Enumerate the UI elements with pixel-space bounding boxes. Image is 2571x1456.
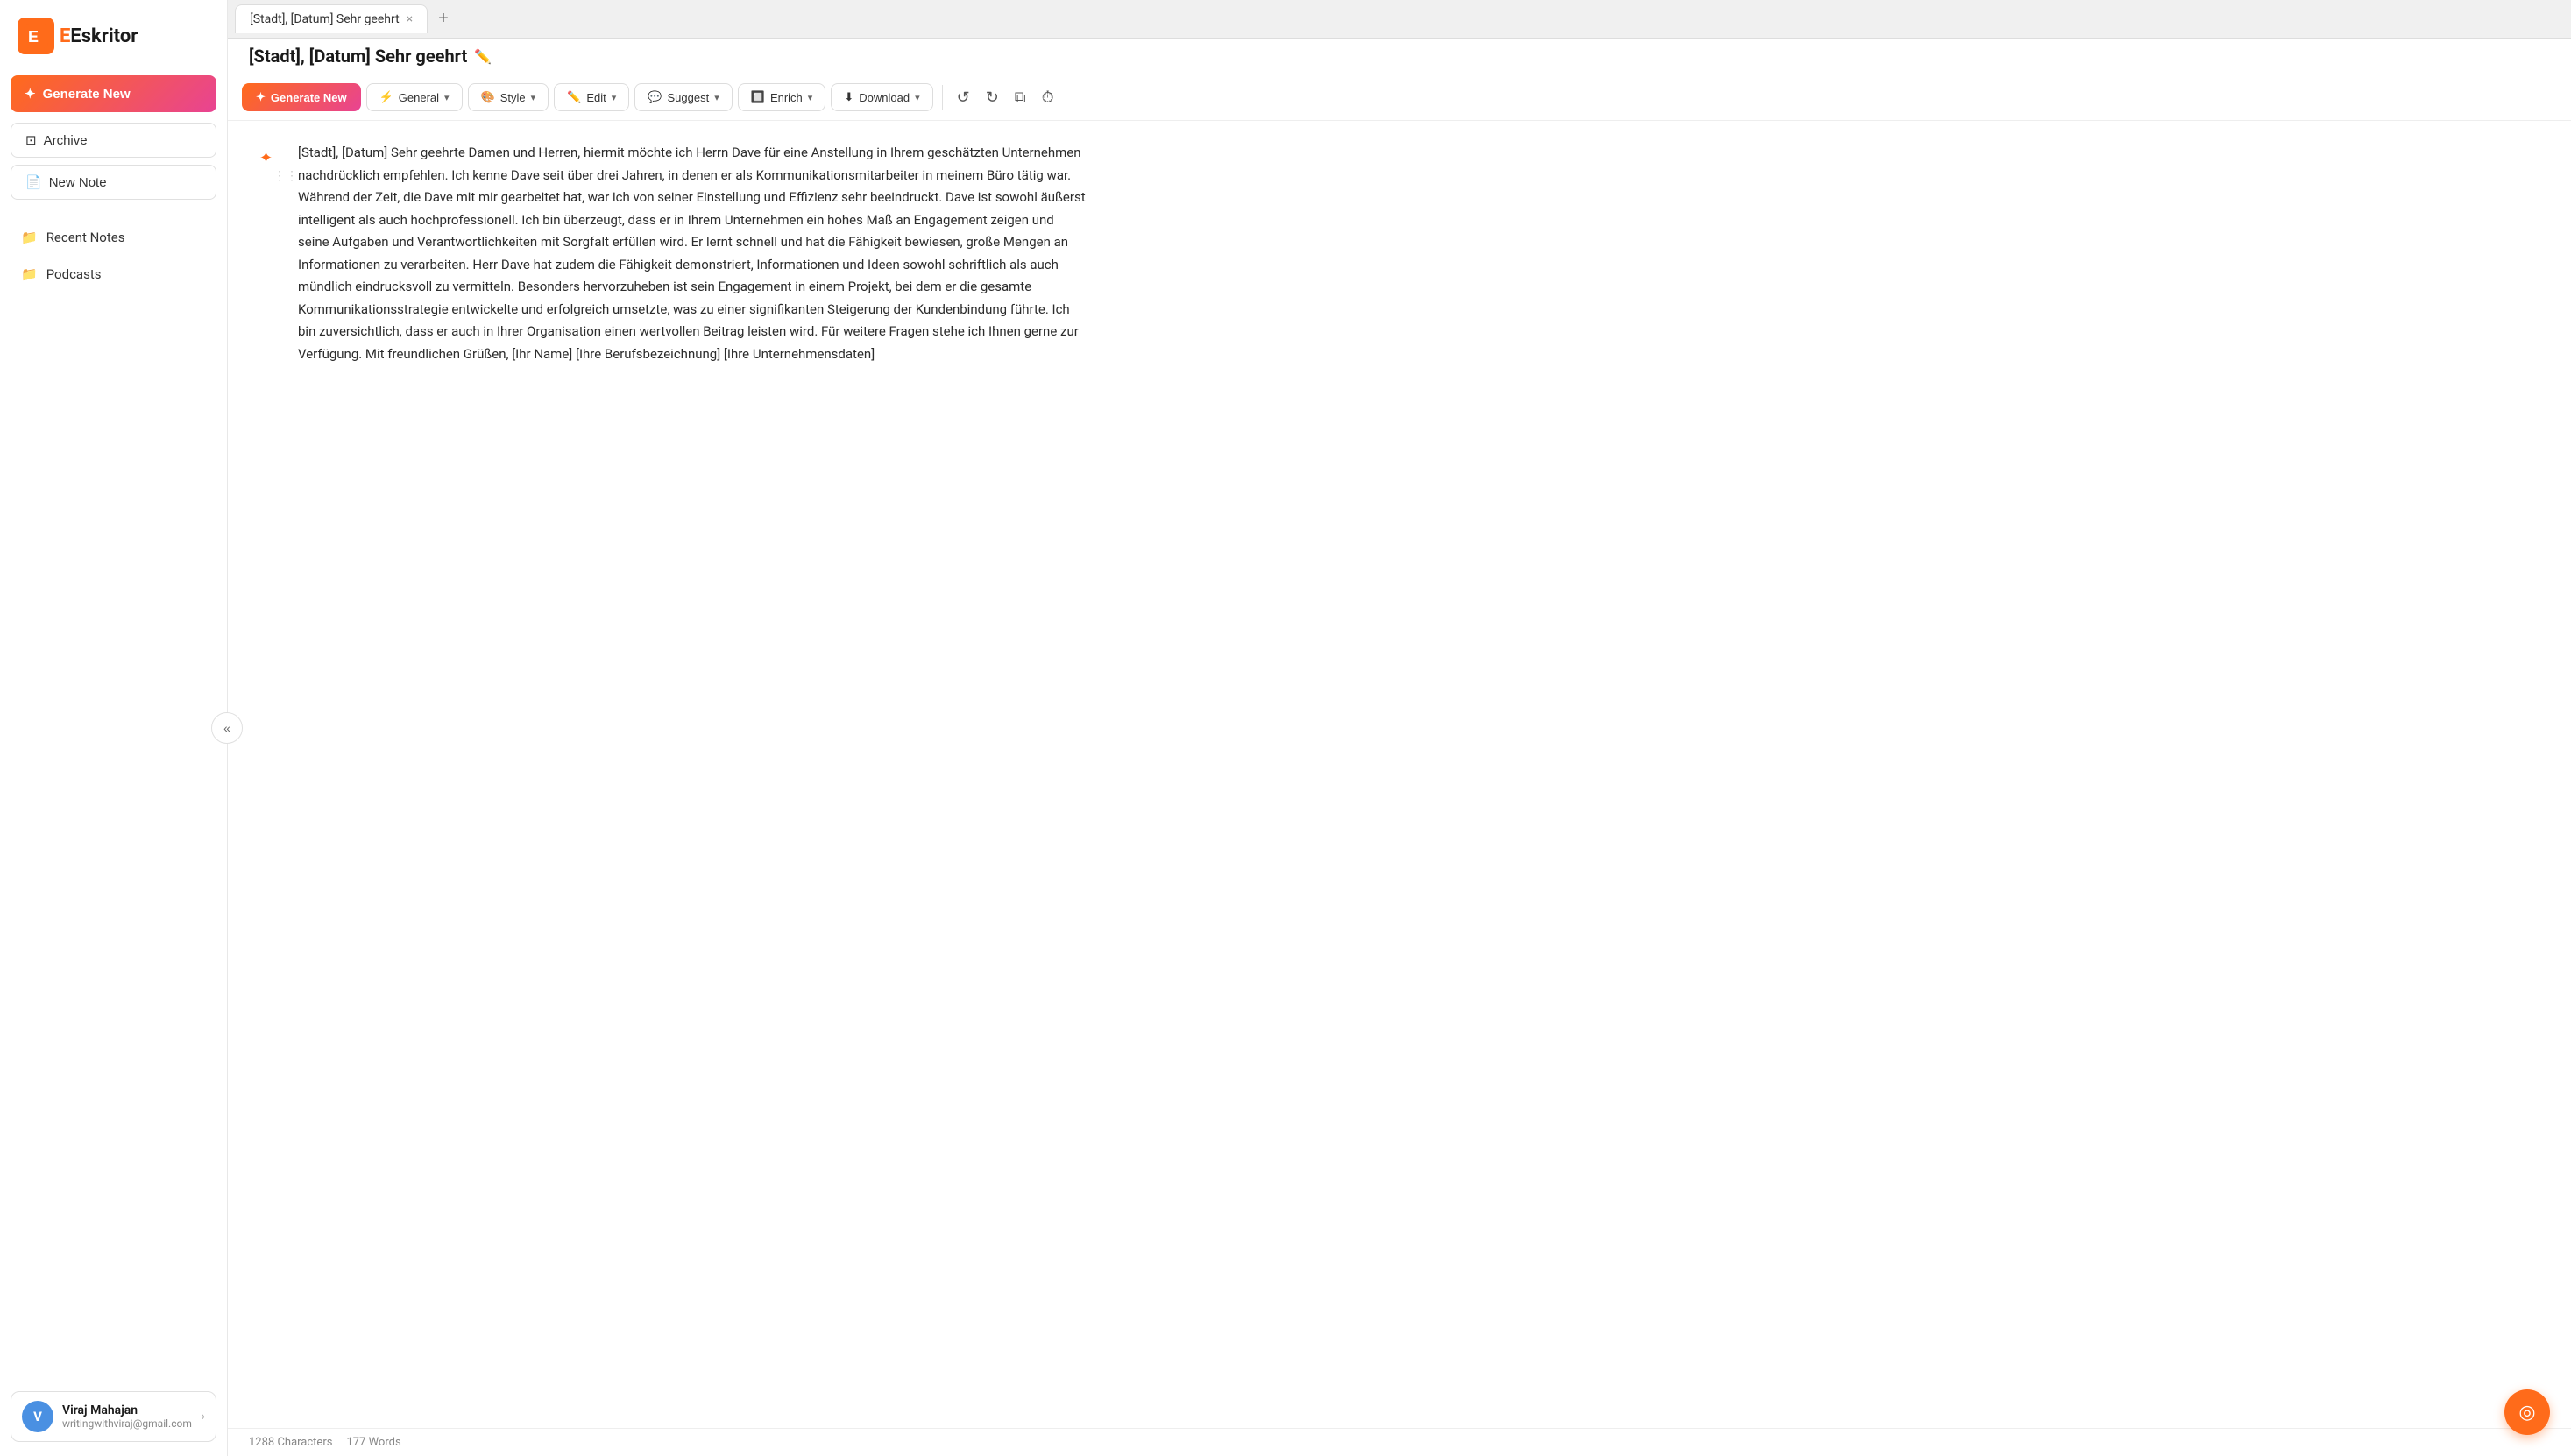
user-profile[interactable]: V Viraj Mahajan writingwithviraj@gmail.c… (11, 1391, 216, 1442)
chevron-down-icon: ▾ (444, 92, 450, 103)
new-tab-button[interactable]: + (431, 5, 456, 32)
toolbar-edit-button[interactable]: ✏️ Edit ▾ (554, 83, 629, 111)
copy-button[interactable]: ⧉ (1009, 85, 1031, 110)
logo-area: E EEskritor (11, 14, 216, 58)
document-title-area: [Stadt], [Datum] Sehr geehrt ✏️ (228, 39, 2571, 74)
status-bar: 1288 Characters 177 Words (228, 1428, 2571, 1456)
document-tab[interactable]: [Stadt], [Datum] Sehr geehrt × (235, 4, 428, 33)
support-fab[interactable]: ◎ (2504, 1389, 2550, 1435)
logo-icon: E (18, 18, 54, 54)
chevron-right-icon: › (202, 1410, 205, 1424)
chevron-down-icon: ▾ (808, 92, 813, 103)
main-content: [Stadt], [Datum] Sehr geehrt × + [Stadt]… (228, 0, 2571, 1456)
sidebar-nav: 📁 Recent Notes 📁 Podcasts (11, 221, 216, 294)
avatar: V (22, 1401, 53, 1432)
app-name: EEskritor (60, 25, 138, 47)
document-title: [Stadt], [Datum] Sehr geehrt (249, 46, 467, 67)
sparkle-editor-icon: ✦ (259, 149, 273, 167)
toolbar-download-button[interactable]: ⬇ Download ▾ (831, 83, 932, 111)
svg-text:E: E (28, 28, 39, 46)
user-name: Viraj Mahajan (62, 1403, 193, 1417)
general-icon: ⚡ (379, 90, 393, 104)
toolbar-separator (942, 85, 943, 110)
edit-title-icon[interactable]: ✏️ (474, 48, 492, 65)
tab-bar: [Stadt], [Datum] Sehr geehrt × + (228, 0, 2571, 39)
toolbar-enrich-button[interactable]: 🔲 Enrich ▾ (738, 83, 826, 111)
support-icon: ◎ (2518, 1402, 2535, 1424)
chevron-down-icon: ▾ (915, 92, 920, 103)
sidebar-item-podcasts[interactable]: 📁 Podcasts (11, 258, 216, 291)
user-info: Viraj Mahajan writingwithviraj@gmail.com (62, 1403, 193, 1430)
toolbar: ✦ Generate New ⚡ General ▾ 🎨 Style ▾ ✏️ … (228, 74, 2571, 121)
enrich-icon: 🔲 (751, 90, 765, 104)
archive-icon: ⊡ (25, 132, 37, 148)
history-button[interactable]: ⏱ (1037, 85, 1059, 110)
chevron-down-icon: ▾ (531, 92, 536, 103)
sidebar-generate-new-button[interactable]: ✦ Generate New (11, 75, 216, 112)
editor-content[interactable]: [Stadt], [Datum] Sehr geehrte Damen und … (298, 142, 1087, 365)
edit-icon: ✏️ (567, 90, 581, 104)
toolbar-generate-new-button[interactable]: ✦ Generate New (242, 83, 361, 111)
toolbar-general-button[interactable]: ⚡ General ▾ (366, 83, 463, 111)
chevron-down-icon: ▾ (612, 92, 617, 103)
character-count: 1288 Characters (249, 1436, 332, 1449)
archive-button[interactable]: ⊡ Archive (11, 123, 216, 158)
drag-handle-icon[interactable]: ⋮⋮ (273, 169, 298, 183)
folder-icon: 📁 (21, 266, 38, 282)
editor-area: ✦ ⋮⋮ [Stadt], [Datum] Sehr geehrte Damen… (228, 121, 2571, 1428)
folder-icon: 📁 (21, 230, 38, 245)
sidebar: E EEskritor ✦ Generate New ⊡ Archive 📄 N… (0, 0, 228, 1456)
user-email: writingwithviraj@gmail.com (62, 1417, 193, 1430)
undo-button[interactable]: ↺ (952, 85, 975, 110)
chevron-down-icon: ▾ (714, 92, 719, 103)
word-count: 177 Words (346, 1436, 400, 1449)
sparkle-icon: ✦ (256, 90, 266, 104)
style-icon: 🎨 (481, 90, 495, 104)
collapse-sidebar-button[interactable]: « (211, 712, 243, 744)
tab-close-button[interactable]: × (407, 12, 413, 26)
toolbar-style-button[interactable]: 🎨 Style ▾ (468, 83, 549, 111)
redo-button[interactable]: ↻ (981, 85, 1004, 110)
sparkle-icon: ✦ (25, 86, 36, 102)
new-note-icon: 📄 (25, 174, 42, 190)
toolbar-suggest-button[interactable]: 💬 Suggest ▾ (634, 83, 732, 111)
download-icon: ⬇ (844, 90, 853, 104)
sidebar-item-recent-notes[interactable]: 📁 Recent Notes (11, 221, 216, 254)
new-note-button[interactable]: 📄 New Note (11, 165, 216, 200)
suggest-icon: 💬 (648, 90, 662, 104)
